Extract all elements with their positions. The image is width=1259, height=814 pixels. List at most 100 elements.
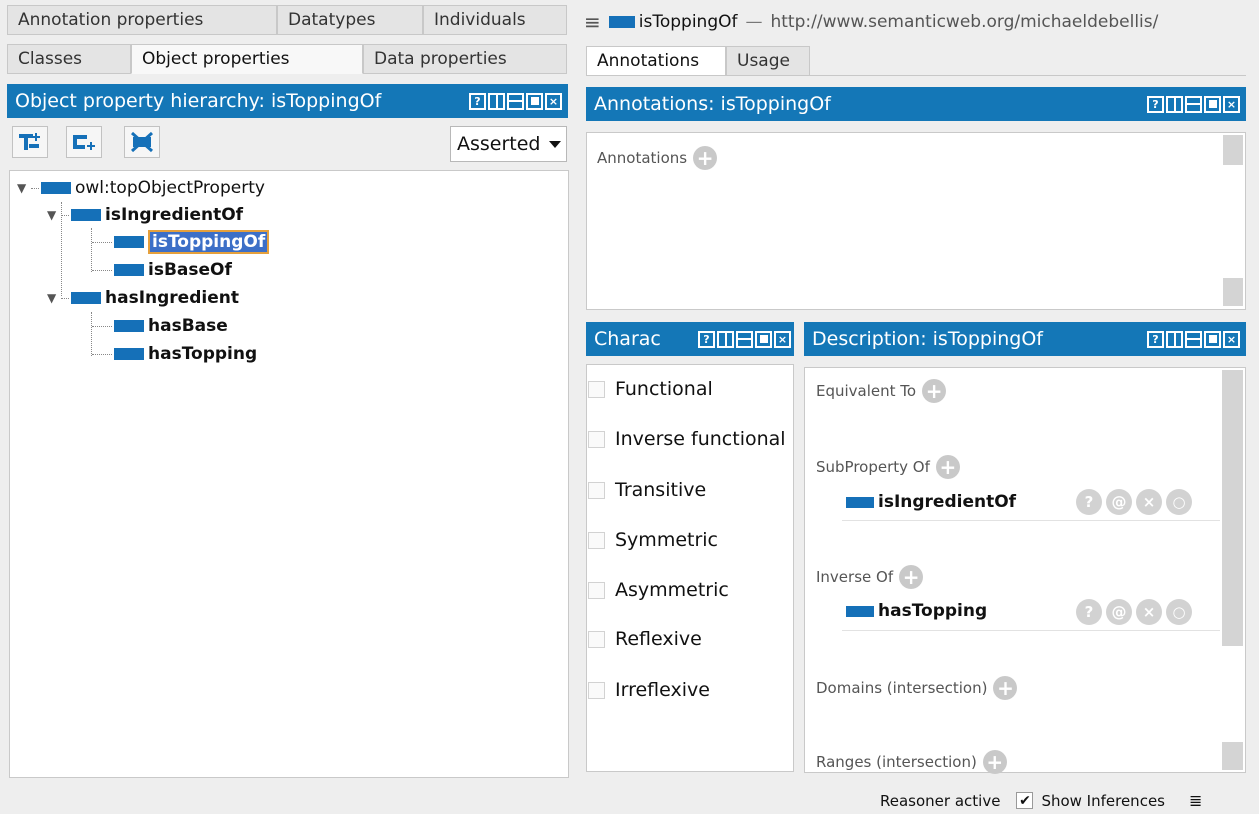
tree-node-has-topping[interactable]: hasTopping	[92, 343, 257, 365]
expanded-triangle-icon[interactable]: ▼	[47, 208, 61, 222]
close-icon[interactable]: ×	[774, 330, 791, 348]
entity-tabs: Annotations Usage	[586, 46, 810, 76]
tab-row-top: Annotation properties Datatypes Individu…	[7, 5, 567, 35]
tab-usage[interactable]: Usage	[726, 46, 810, 76]
scrollbar-thumb[interactable]	[1222, 742, 1243, 770]
scrollbar-thumb[interactable]	[1223, 135, 1243, 165]
show-inferences-label: Show Inferences	[1041, 791, 1165, 810]
add-sibling-property-icon	[73, 135, 95, 150]
add-inverse-icon[interactable]: +	[899, 565, 924, 589]
object-property-icon	[114, 236, 144, 248]
tab-object-properties[interactable]: Object properties	[131, 44, 363, 74]
help-icon[interactable]: ?	[1147, 95, 1164, 113]
scrollbar-thumb[interactable]	[1222, 370, 1243, 646]
delete-property-button[interactable]	[124, 126, 160, 158]
checkbox[interactable]	[588, 630, 605, 648]
asserted-dropdown-value: Asserted	[457, 133, 541, 155]
checkbox[interactable]	[588, 531, 605, 549]
tab-annotation-properties[interactable]: Annotation properties	[7, 5, 277, 35]
tree-node-top-object-property[interactable]: ▼ owl:topObjectProperty	[17, 177, 265, 199]
close-icon[interactable]: ×	[545, 92, 562, 110]
checkbox[interactable]	[588, 481, 605, 499]
add-annotation-icon[interactable]: +	[693, 146, 718, 170]
add-subproperty-icon[interactable]: +	[935, 455, 960, 479]
characteristic-asymmetric[interactable]: Asymmetric	[588, 579, 729, 601]
characteristic-irreflexive[interactable]: Irreflexive	[588, 679, 710, 701]
checkbox[interactable]	[588, 380, 605, 398]
split-horizontal-icon[interactable]	[507, 92, 524, 110]
close-icon[interactable]: ×	[1223, 95, 1240, 113]
tab-datatypes[interactable]: Datatypes	[277, 5, 423, 35]
log-icon[interactable]: ≣	[1189, 791, 1202, 810]
tab-data-properties[interactable]: Data properties	[363, 44, 567, 74]
explain-icon[interactable]: ?	[1076, 489, 1102, 515]
split-horizontal-icon[interactable]	[1185, 330, 1202, 348]
maximize-icon[interactable]	[755, 330, 772, 348]
description-title: Description: isToppingOf	[812, 328, 1043, 350]
maximize-icon[interactable]	[1204, 330, 1221, 348]
tabs-divider	[586, 75, 1246, 76]
description-header: Description: isToppingOf ? ×	[804, 322, 1246, 356]
object-property-icon	[114, 320, 144, 332]
menu-icon[interactable]: ≡	[584, 10, 601, 34]
annotate-icon[interactable]: @	[1106, 489, 1132, 515]
characteristics-header: Charac ? ×	[586, 322, 794, 356]
object-property-icon	[71, 292, 101, 304]
help-icon[interactable]: ?	[1147, 330, 1164, 348]
characteristic-functional[interactable]: Functional	[588, 378, 713, 400]
split-horizontal-icon[interactable]	[736, 330, 753, 348]
maximize-icon[interactable]	[1204, 95, 1221, 113]
add-domain-icon[interactable]: +	[993, 676, 1018, 700]
tree-node-has-ingredient[interactable]: ▼ hasIngredient	[47, 287, 239, 309]
tree-node-is-base-of[interactable]: isBaseOf	[92, 259, 232, 281]
split-vertical-icon[interactable]	[1166, 330, 1183, 348]
split-horizontal-icon[interactable]	[1185, 95, 1202, 113]
reasoner-status: Reasoner active	[880, 791, 1001, 810]
asserted-dropdown[interactable]: Asserted	[450, 126, 567, 162]
entry-divider	[842, 520, 1220, 521]
split-vertical-icon[interactable]	[1166, 95, 1183, 113]
characteristic-inverse-functional[interactable]: Inverse functional	[588, 428, 786, 450]
annotations-title: Annotations: isToppingOf	[594, 93, 831, 115]
characteristic-symmetric[interactable]: Symmetric	[588, 529, 718, 551]
maximize-icon[interactable]	[526, 92, 543, 110]
edit-icon[interactable]: ○	[1166, 489, 1192, 515]
tab-annotations[interactable]: Annotations	[586, 46, 726, 76]
checkbox[interactable]	[588, 430, 605, 448]
add-range-icon[interactable]: +	[982, 750, 1007, 774]
annotate-icon[interactable]: @	[1106, 599, 1132, 625]
tab-classes[interactable]: Classes	[7, 44, 131, 74]
object-property-icon	[71, 209, 101, 221]
add-sibling-property-button[interactable]	[66, 126, 102, 158]
split-vertical-icon[interactable]	[717, 330, 734, 348]
explain-icon[interactable]: ?	[1076, 599, 1102, 625]
expanded-triangle-icon[interactable]: ▼	[47, 291, 61, 305]
view-buttons: ? ×	[698, 330, 791, 348]
equivalent-to-section: Equivalent To +	[816, 379, 947, 403]
delete-icon[interactable]: ×	[1136, 489, 1162, 515]
show-inferences-checkbox[interactable]: ✔	[1016, 792, 1034, 809]
object-property-icon	[114, 264, 144, 276]
edit-icon[interactable]: ○	[1166, 599, 1192, 625]
tree-node-is-ingredient-of[interactable]: ▼ isIngredientOf	[47, 204, 243, 226]
tree-node-is-topping-of[interactable]: isToppingOf	[92, 230, 270, 254]
characteristic-transitive[interactable]: Transitive	[588, 479, 706, 501]
help-icon[interactable]: ?	[469, 92, 486, 110]
split-vertical-icon[interactable]	[488, 92, 505, 110]
tree-node-has-base[interactable]: hasBase	[92, 315, 228, 337]
scrollbar-thumb[interactable]	[1223, 278, 1243, 306]
subproperty-entry[interactable]: isIngredientOf	[846, 492, 1016, 512]
chevron-down-icon	[548, 140, 561, 148]
checkbox[interactable]	[588, 581, 605, 599]
close-icon[interactable]: ×	[1223, 330, 1240, 348]
inverse-entry[interactable]: hasTopping	[846, 601, 987, 621]
tab-individuals[interactable]: Individuals	[423, 5, 567, 35]
delete-icon[interactable]: ×	[1136, 599, 1162, 625]
characteristic-reflexive[interactable]: Reflexive	[588, 628, 702, 650]
add-equivalent-icon[interactable]: +	[922, 379, 947, 403]
checkbox[interactable]	[588, 681, 605, 699]
help-icon[interactable]: ?	[698, 330, 715, 348]
delete-property-icon	[130, 131, 154, 153]
expanded-triangle-icon[interactable]: ▼	[17, 181, 31, 195]
add-sub-property-button[interactable]	[12, 126, 48, 158]
